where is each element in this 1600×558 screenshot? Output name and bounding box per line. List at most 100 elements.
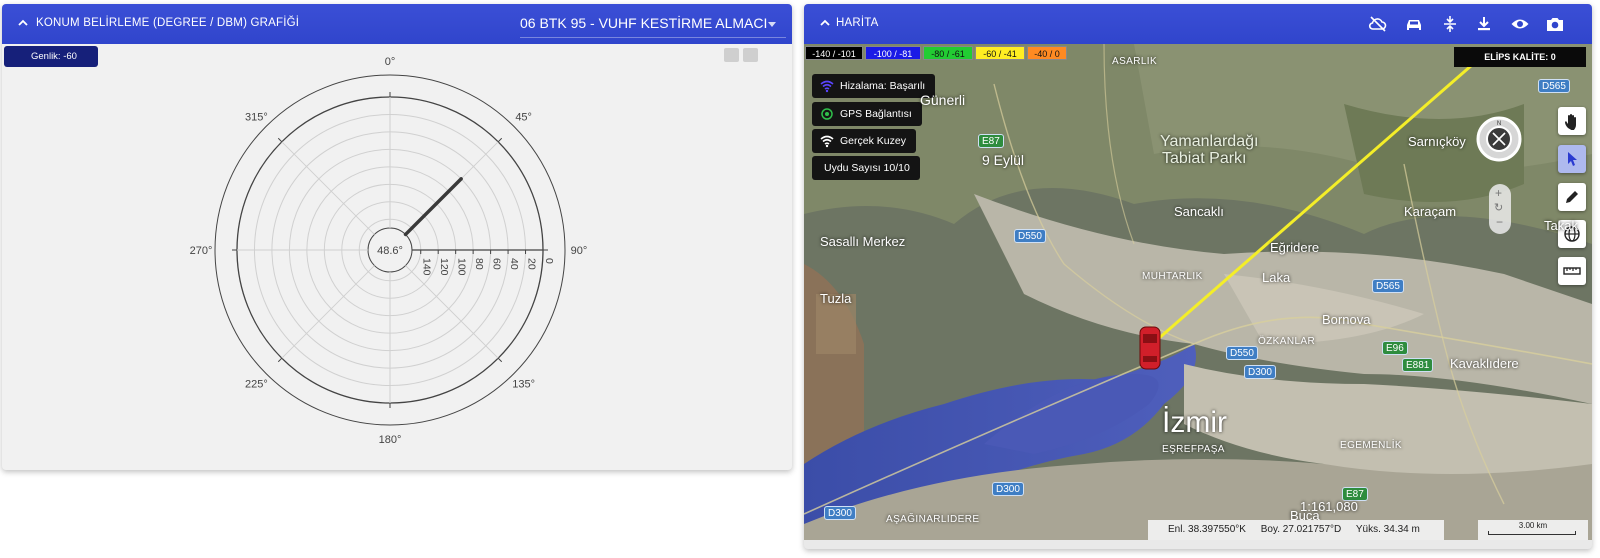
map-label: Sancaklı bbox=[1174, 204, 1224, 219]
legend-chip: -140 / -101 bbox=[805, 46, 863, 60]
reset-rotation-icon[interactable]: ↻ bbox=[1494, 201, 1503, 214]
polar-chart: 0° 45° 90° 135° 180° 225° 270° 315° 140 120 100 80 6… bbox=[190, 56, 588, 446]
angular-tick-label: 180° bbox=[379, 434, 402, 446]
legend-chip: -40 / 0 bbox=[1027, 46, 1067, 60]
chevron-up-icon[interactable] bbox=[818, 16, 832, 30]
polar-tick bbox=[497, 137, 503, 143]
road-shield: D300 bbox=[1244, 365, 1276, 379]
radial-tick-label: 80 bbox=[473, 258, 485, 270]
map-label: Yamanlardağı bbox=[1160, 133, 1259, 150]
wifi-white-icon bbox=[820, 135, 834, 148]
cloud-off-icon[interactable] bbox=[1368, 14, 1388, 34]
polar-tick bbox=[277, 137, 283, 143]
angular-tick-label: 0° bbox=[385, 56, 396, 68]
wifi-signal-icon bbox=[820, 80, 834, 93]
vehicle-marker-icon[interactable] bbox=[1139, 326, 1161, 370]
gps-target-icon bbox=[821, 108, 833, 120]
gps-status-label: GPS Bağlantısı bbox=[840, 108, 912, 120]
satellite-map[interactable]: -140 / -101 -100 / -81 -80 / -61 -60 / -41-… bbox=[804, 44, 1592, 540]
map-label: Takak bbox=[1544, 218, 1578, 233]
scale-bar: 3.00 km bbox=[1478, 520, 1588, 540]
road-shield: D550 bbox=[1226, 346, 1258, 360]
radial-tick-label: 20 bbox=[526, 258, 538, 270]
legend-chip: -100 / -81 bbox=[865, 46, 921, 60]
polar-tick bbox=[277, 357, 283, 363]
map-label: Karaçam bbox=[1404, 204, 1457, 219]
angular-tick-label: 270° bbox=[190, 245, 213, 257]
polar-spoke bbox=[281, 141, 375, 235]
latitude-readout: Enl. 38.397550°K bbox=[1168, 524, 1246, 535]
map-label: 9 Eylül bbox=[982, 152, 1025, 168]
road-shield: D300 bbox=[824, 506, 856, 520]
pencil-icon bbox=[1566, 191, 1578, 203]
pointer-icon bbox=[1568, 152, 1577, 166]
map-label: AŞAĞINARLIDERE bbox=[886, 514, 980, 525]
download-icon[interactable] bbox=[1474, 14, 1494, 34]
radial-tick-label: 0 bbox=[543, 258, 555, 264]
map-panel-header: HARİTA bbox=[804, 4, 1592, 44]
radial-tick-label: 140 bbox=[421, 258, 433, 276]
draw-tool-button[interactable] bbox=[1558, 183, 1586, 211]
map-label: MUHTARLIK bbox=[1142, 271, 1203, 282]
angular-tick-label: 225° bbox=[245, 379, 268, 391]
polar-spoke bbox=[281, 265, 375, 359]
alignment-status: Hizalama: Başarılı bbox=[812, 74, 936, 98]
hand-icon bbox=[1565, 114, 1576, 130]
map-label: Laka bbox=[1262, 270, 1291, 285]
measure-tool-button[interactable] bbox=[1558, 257, 1586, 285]
gps-status: GPS Bağlantısı bbox=[812, 102, 922, 126]
angular-tick-label: 90° bbox=[571, 245, 588, 257]
polar-center-label: 48.6° bbox=[377, 245, 403, 257]
zoom-out-icon[interactable]: − bbox=[1496, 215, 1503, 229]
true-north-label: Gerçek Kuzey bbox=[840, 135, 906, 147]
angular-tick-label: 315° bbox=[245, 111, 268, 123]
map-panel-title: HARİTA bbox=[836, 17, 879, 29]
signal-bearing-mark bbox=[403, 177, 463, 237]
road-shield: D565 bbox=[1538, 79, 1570, 93]
road-shield: D300 bbox=[992, 482, 1024, 496]
alignment-status-label: Hizalama: Başarılı bbox=[840, 80, 926, 92]
radial-tick-label: 60 bbox=[491, 258, 503, 270]
scale-bar-line bbox=[1488, 531, 1576, 535]
car-icon[interactable] bbox=[1404, 14, 1424, 34]
map-label: Kavaklıdere bbox=[1450, 356, 1519, 371]
true-north-status: Gerçek Kuzey bbox=[812, 129, 916, 153]
polar-tick bbox=[497, 357, 503, 363]
map-label: Tuzla bbox=[820, 291, 852, 306]
ellipse-quality-badge: ELİPS KALİTE: 0 bbox=[1454, 47, 1586, 67]
map-label: Tabiat Parkı bbox=[1162, 150, 1247, 167]
svg-text:N: N bbox=[1497, 121, 1501, 127]
radial-tick-label: 120 bbox=[438, 258, 450, 276]
zoom-in-icon[interactable]: + bbox=[1495, 186, 1502, 200]
road-shield: E881 bbox=[1402, 358, 1434, 372]
eye-icon[interactable] bbox=[1510, 14, 1530, 34]
compass-icon[interactable]: N bbox=[1476, 116, 1522, 162]
polar-chart-panel: KONUM BELİRLEME (DEGREE / DBM) GRAFİĞİ 0… bbox=[2, 4, 792, 470]
zoom-control[interactable]: + ↻ − bbox=[1489, 184, 1511, 234]
radial-tick-label: 100 bbox=[456, 258, 468, 276]
cursor-coordinates: Enl. 38.397550°K Boy. 27.021757°D Yüks. … bbox=[1148, 520, 1444, 540]
longitude-readout: Boy. 27.021757°D bbox=[1260, 524, 1342, 535]
altitude-readout: Yüks. 34.34 m bbox=[1355, 524, 1420, 535]
collapse-vertical-icon[interactable] bbox=[1440, 14, 1460, 34]
angular-tick-label: 45° bbox=[515, 111, 532, 123]
map-label-izmir: İzmir bbox=[1162, 406, 1227, 439]
angular-tick-label: 135° bbox=[512, 379, 535, 391]
road-shield: E96 bbox=[1382, 341, 1408, 355]
road-shield: E87 bbox=[978, 134, 1004, 148]
map-label: ÖZKANLAR bbox=[1258, 336, 1316, 347]
select-tool-button[interactable] bbox=[1558, 145, 1586, 173]
ruler-icon bbox=[1563, 267, 1581, 275]
satellite-imagery[interactable] bbox=[804, 44, 1592, 540]
map-label: Günerli bbox=[920, 92, 966, 108]
satellite-count: Uydu Sayısı 10/10 bbox=[812, 156, 920, 180]
legend-chip: -60 / -41 bbox=[975, 46, 1025, 60]
camera-icon[interactable] bbox=[1545, 14, 1565, 34]
pan-tool-button[interactable] bbox=[1558, 107, 1586, 135]
map-label: EGEMENLİK bbox=[1340, 440, 1402, 451]
map-label: Eğridere bbox=[1270, 240, 1320, 255]
map-label: Sarnıçköy bbox=[1408, 134, 1466, 149]
scale-bar-label: 3.00 km bbox=[1518, 521, 1548, 530]
map-label: Sasallı Merkez bbox=[820, 234, 906, 249]
map-label: EŞREFPAŞA bbox=[1162, 444, 1225, 455]
